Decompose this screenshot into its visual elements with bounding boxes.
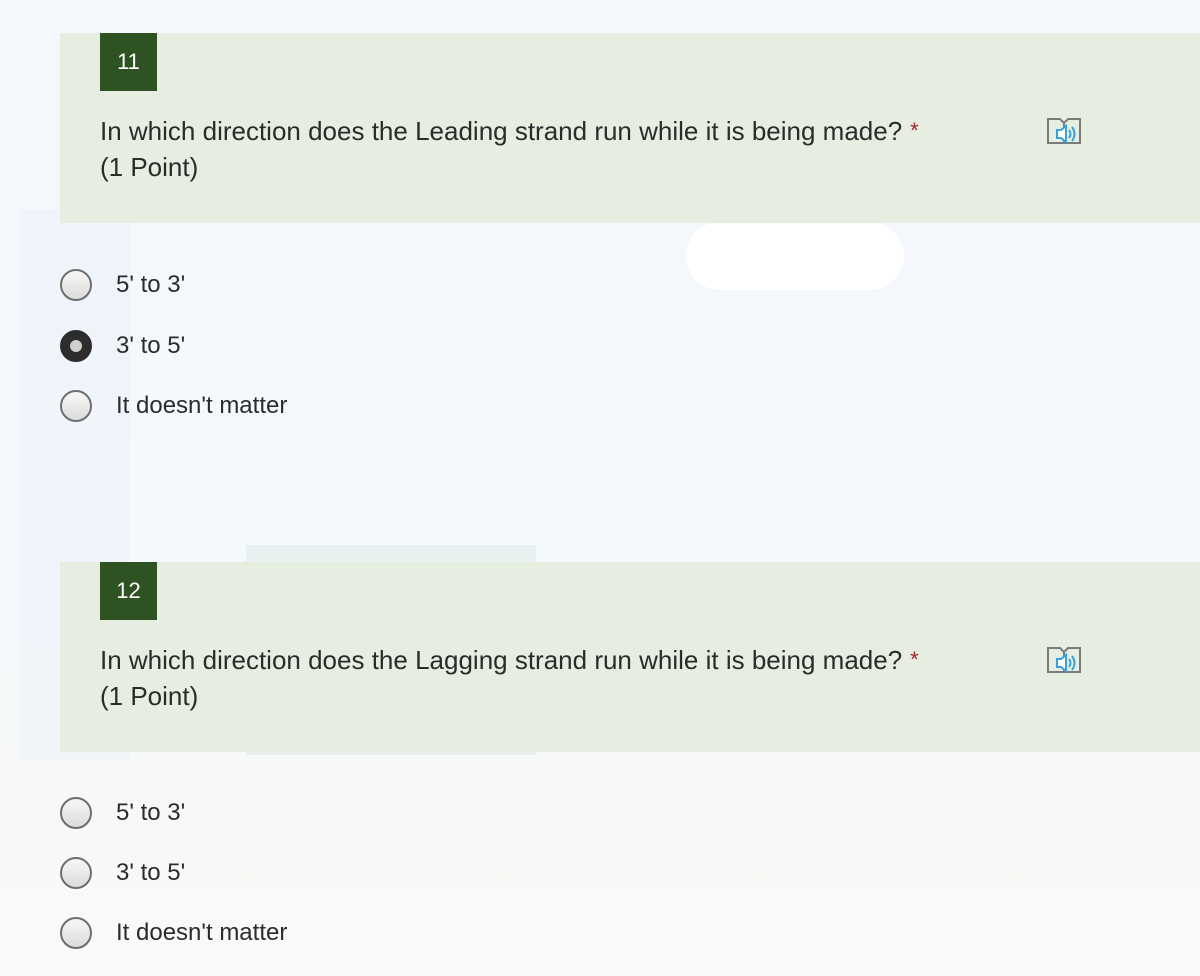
option-label: It doesn't matter bbox=[116, 392, 288, 419]
immersive-reader-icon[interactable] bbox=[1045, 642, 1087, 680]
option-label: 5' to 3' bbox=[116, 799, 186, 826]
question-text: In which direction does the Leading stra… bbox=[100, 113, 919, 185]
immersive-reader-icon[interactable] bbox=[1045, 113, 1087, 151]
option-label: 3' to 5' bbox=[116, 332, 186, 359]
required-mark: * bbox=[910, 647, 919, 672]
question-points: (1 Point) bbox=[100, 152, 199, 182]
option-radio[interactable]: 5' to 3' bbox=[60, 268, 185, 302]
question-number-badge: 11 bbox=[100, 33, 157, 91]
option-radio[interactable]: 3' to 5' bbox=[60, 329, 185, 363]
radio-button[interactable] bbox=[60, 390, 92, 422]
radio-button[interactable] bbox=[60, 269, 92, 301]
radio-button[interactable] bbox=[60, 917, 92, 949]
question-title: In which direction does the Lagging stra… bbox=[100, 645, 903, 675]
question-points: (1 Point) bbox=[100, 681, 199, 711]
option-radio[interactable]: It doesn't matter bbox=[60, 916, 287, 950]
option-label: It doesn't matter bbox=[116, 919, 288, 946]
option-radio[interactable]: It doesn't matter bbox=[60, 389, 287, 423]
question-number-badge: 12 bbox=[100, 562, 157, 620]
option-label: 5' to 3' bbox=[116, 271, 186, 298]
background-cloud bbox=[686, 222, 904, 290]
radio-button[interactable] bbox=[60, 857, 92, 889]
question-header: 11 In which direction does the Leading s… bbox=[60, 33, 1200, 223]
option-label: 3' to 5' bbox=[116, 859, 186, 886]
radio-button[interactable] bbox=[60, 797, 92, 829]
option-radio[interactable]: 5' to 3' bbox=[60, 796, 185, 830]
question-title: In which direction does the Leading stra… bbox=[100, 116, 903, 146]
option-radio[interactable]: 3' to 5' bbox=[60, 856, 185, 890]
radio-dot bbox=[70, 340, 82, 352]
question-text: In which direction does the Lagging stra… bbox=[100, 642, 919, 714]
radio-button-selected[interactable] bbox=[60, 330, 92, 362]
question-header: 12 In which direction does the Lagging s… bbox=[60, 562, 1200, 752]
required-mark: * bbox=[910, 118, 919, 143]
